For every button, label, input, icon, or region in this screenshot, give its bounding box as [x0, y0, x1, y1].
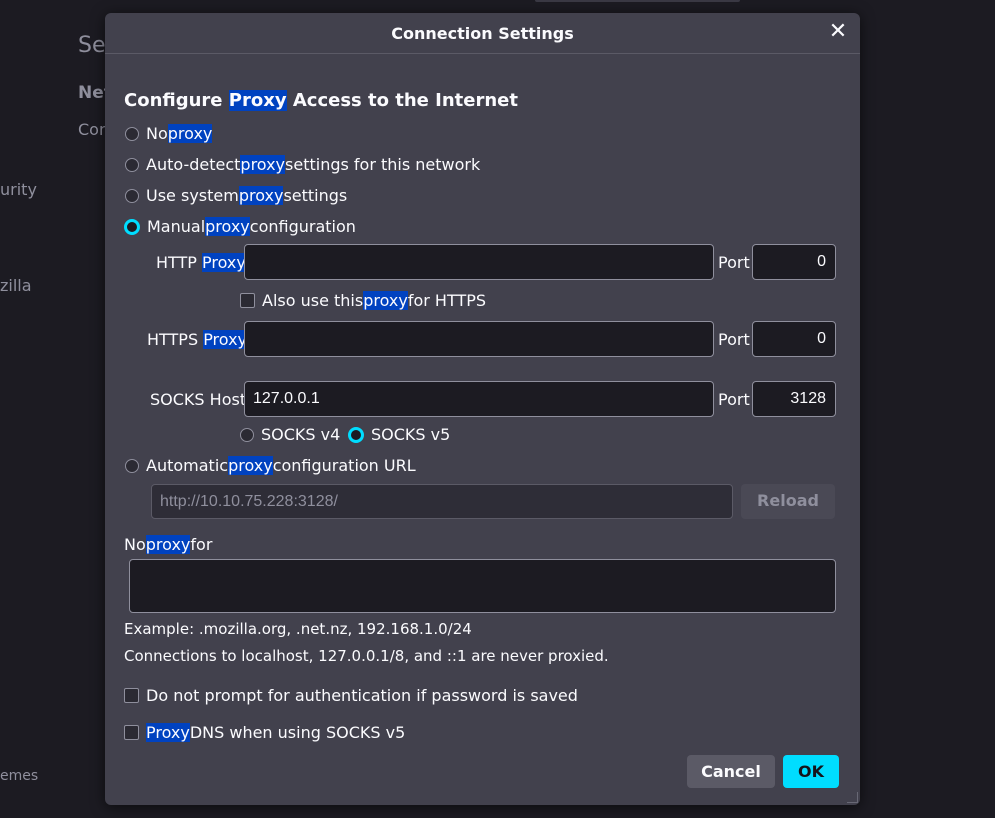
sidebar-item-themes[interactable]: emes: [0, 768, 38, 784]
ok-button[interactable]: OK: [783, 755, 839, 788]
heading-text-highlight: Proxy: [228, 90, 287, 111]
checkbox-label-post: for HTTPS: [407, 291, 487, 310]
http-proxy-input[interactable]: [244, 244, 714, 280]
http-proxy-label: HTTP Proxy: [156, 253, 246, 272]
no-prompt-auth-checkbox[interactable]: Do not prompt for authentication if pass…: [124, 686, 578, 705]
no-proxy-for-label: No proxy for: [124, 535, 212, 554]
socks-port-input[interactable]: [752, 381, 836, 417]
https-label-highlight: Proxy: [203, 330, 248, 349]
radio-button-selected[interactable]: [124, 218, 140, 235]
radio-manual-proxy[interactable]: Manual proxy configuration: [124, 217, 356, 236]
heading-text-post: Access to the Internet: [286, 90, 518, 111]
no-proxy-label-text: No: [124, 535, 146, 554]
also-use-for-https-checkbox[interactable]: Also use this proxy for HTTPS: [240, 291, 486, 310]
proxy-dns-checkbox[interactable]: Proxy DNS when using SOCKS v5: [124, 723, 405, 742]
sidebar-item-security[interactable]: urity: [0, 180, 37, 199]
radio-label-highlight: proxy: [228, 456, 273, 475]
sidebar-item-mozilla[interactable]: zilla: [0, 276, 32, 295]
checkbox-label-post: DNS when using SOCKS v5: [189, 723, 406, 742]
radio-button-selected[interactable]: [348, 426, 364, 443]
radio-button[interactable]: [125, 126, 139, 141]
configure-proxy-heading: Configure Proxy Access to the Internet: [124, 90, 518, 111]
no-proxy-label-post: for: [190, 535, 213, 554]
radio-label: Manual: [147, 217, 206, 236]
socks-port-label: Port: [718, 390, 750, 409]
radio-label: Automatic: [146, 456, 229, 475]
radio-button[interactable]: [240, 427, 254, 442]
https-port-input[interactable]: [752, 321, 836, 357]
no-proxy-for-textarea[interactable]: [129, 559, 836, 613]
socks-host-label: SOCKS Host: [150, 390, 247, 409]
reload-button[interactable]: Reload: [741, 484, 835, 519]
radio-label-post: configuration URL: [272, 456, 416, 475]
radio-label-highlight: proxy: [205, 217, 250, 236]
connection-settings-dialog: Connection Settings ✕ Configure Proxy Ac…: [105, 13, 860, 805]
dialog-title: Connection Settings: [391, 24, 574, 43]
radio-label: Auto-detect: [146, 155, 241, 174]
heading-text-pre: Configure: [124, 90, 229, 111]
radio-label: SOCKS v4: [261, 425, 341, 444]
radio-socks-v5[interactable]: SOCKS v5: [348, 425, 450, 444]
https-port-label: Port: [718, 330, 750, 349]
settings-page-title: Se: [78, 33, 106, 58]
close-icon[interactable]: ✕: [824, 21, 852, 45]
radio-auto-proxy-url[interactable]: Automatic proxy configuration URL: [125, 456, 416, 475]
checkbox[interactable]: [124, 725, 139, 740]
radio-label: Use system: [146, 186, 239, 205]
radio-label-highlight: proxy: [240, 155, 286, 174]
https-label-text: HTTPS: [147, 330, 204, 349]
checkbox[interactable]: [124, 688, 139, 703]
radio-label-post: settings for this network: [285, 155, 481, 174]
socks-host-input[interactable]: [244, 381, 714, 417]
checkbox[interactable]: [240, 293, 255, 308]
radio-button[interactable]: [125, 157, 139, 172]
checkbox-label: Do not prompt for authentication if pass…: [146, 686, 578, 705]
checkbox-label: Also use this: [262, 291, 364, 310]
radio-label: No: [146, 124, 168, 143]
radio-label-highlight: proxy: [238, 186, 284, 205]
radio-auto-detect[interactable]: Auto-detect proxy settings for this netw…: [125, 155, 480, 174]
radio-label: SOCKS v5: [371, 425, 451, 444]
localhost-note: Connections to localhost, 127.0.0.1/8, a…: [124, 647, 609, 665]
example-note: Example: .mozilla.org, .net.nz, 192.168.…: [124, 620, 472, 638]
radio-label-post: configuration: [249, 217, 356, 236]
radio-label-post: settings: [283, 186, 348, 205]
checkbox-label-highlight: Proxy: [146, 723, 190, 742]
resize-grip-icon[interactable]: [847, 792, 858, 803]
radio-button[interactable]: [125, 188, 139, 203]
radio-no-proxy[interactable]: No proxy: [125, 124, 213, 143]
http-port-label: Port: [718, 253, 750, 272]
http-label-highlight: Proxy: [202, 253, 246, 272]
radio-button[interactable]: [125, 458, 139, 473]
cancel-button[interactable]: Cancel: [687, 755, 775, 788]
no-proxy-label-highlight: proxy: [145, 535, 191, 554]
http-port-input[interactable]: [752, 244, 836, 280]
https-proxy-input[interactable]: [244, 321, 714, 357]
http-label-text: HTTP: [156, 253, 203, 272]
radio-socks-v4[interactable]: SOCKS v4: [240, 425, 340, 444]
radio-system-proxy[interactable]: Use system proxy settings: [125, 186, 347, 205]
top-tab-strip: [535, 0, 740, 2]
checkbox-label-highlight: proxy: [363, 291, 408, 310]
dialog-header: Connection Settings ✕: [105, 13, 860, 54]
https-proxy-label: HTTPS Proxy: [147, 330, 248, 349]
auto-proxy-url-input[interactable]: [151, 484, 733, 519]
radio-label-highlight: proxy: [167, 124, 213, 143]
